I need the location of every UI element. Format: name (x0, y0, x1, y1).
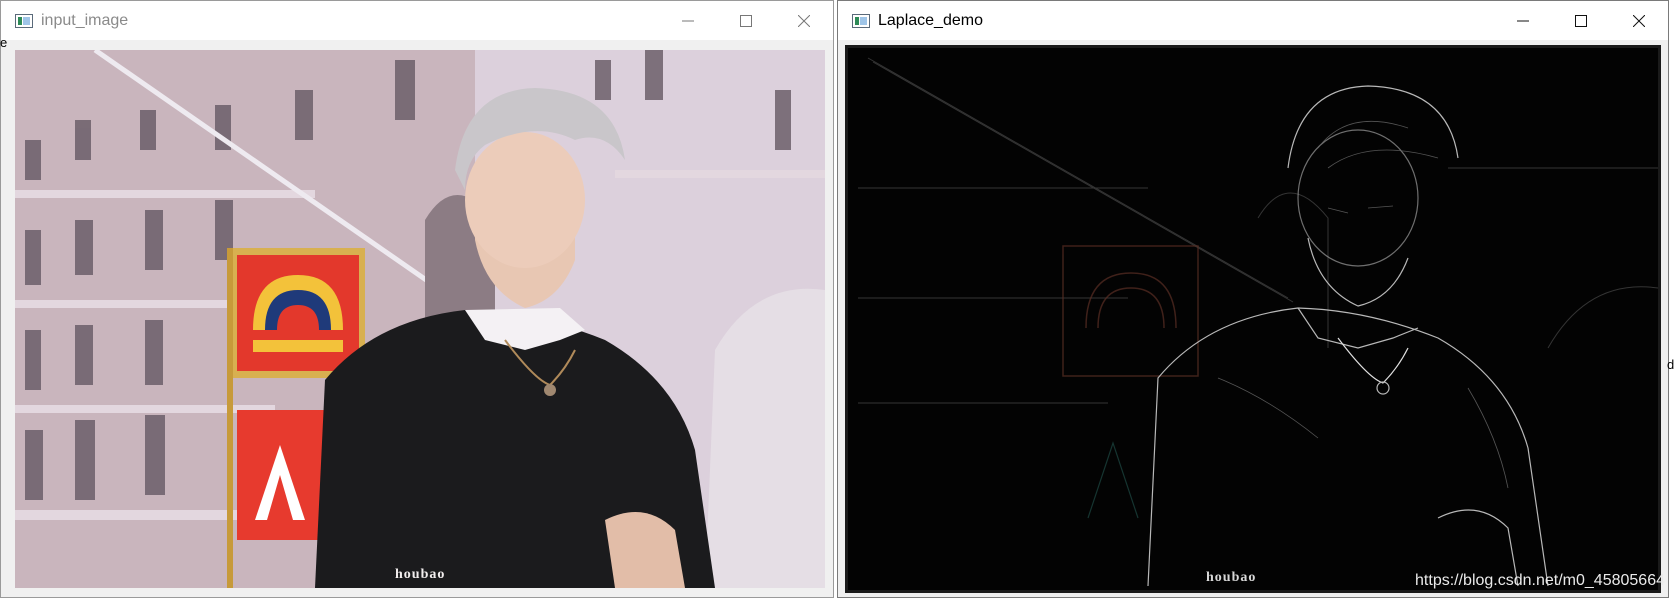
window-title: input_image (41, 11, 129, 29)
image-watermark: houbao (395, 567, 446, 582)
close-icon (798, 14, 810, 27)
laplace-edge-image (848, 48, 1658, 590)
laplace-demo-window[interactable]: Laplace_demo houbao (837, 0, 1669, 598)
laplace-output-canvas: houbao (845, 45, 1661, 593)
title-bar[interactable]: Laplace_demo (838, 1, 1668, 40)
close-button[interactable] (775, 1, 833, 40)
minimize-button[interactable] (659, 1, 717, 40)
image-watermark: houbao (1206, 570, 1257, 585)
close-button[interactable] (1610, 1, 1668, 40)
maximize-button[interactable] (1552, 1, 1610, 40)
minimize-icon (682, 20, 694, 21)
window-title: Laplace_demo (878, 11, 983, 29)
title-bar[interactable]: input_image (1, 1, 833, 40)
input-image-canvas: houbao (15, 50, 825, 588)
maximize-icon (1575, 14, 1587, 27)
minimize-icon (1517, 20, 1529, 21)
input-image-window[interactable]: input_image houbao (0, 0, 834, 598)
background-text-fragment: d (1667, 357, 1675, 372)
background-text-fragment: e (0, 35, 8, 50)
page-watermark: https://blog.csdn.net/m0_45805664 (1415, 572, 1665, 589)
close-icon (1633, 14, 1645, 27)
maximize-button[interactable] (717, 1, 775, 40)
minimize-button[interactable] (1494, 1, 1552, 40)
opencv-window-icon (852, 13, 870, 28)
opencv-window-icon (15, 13, 33, 28)
maximize-icon (740, 14, 752, 27)
input-photo (15, 50, 825, 588)
